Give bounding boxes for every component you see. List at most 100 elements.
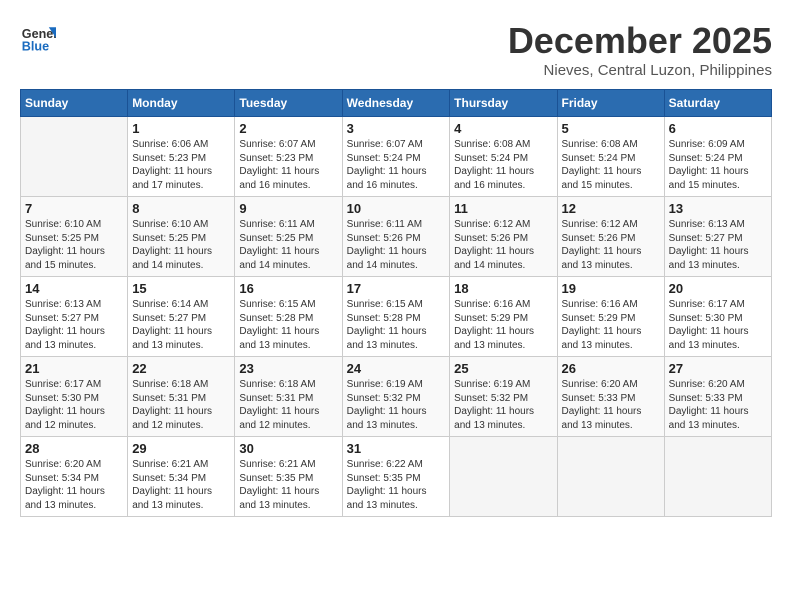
calendar-cell <box>21 117 128 197</box>
calendar-cell: 30 Sunrise: 6:21 AMSunset: 5:35 PMDayligh… <box>235 437 342 517</box>
calendar-cell: 13 Sunrise: 6:13 AMSunset: 5:27 PMDayligh… <box>664 197 771 277</box>
calendar-week-row: 1Sunrise: 6:06 AMSunset: 5:23 PMDaylight… <box>21 117 772 197</box>
weekday-header-wednesday: Wednesday <box>342 90 450 117</box>
calendar-cell <box>664 437 771 517</box>
day-info: Sunrise: 6:08 AMSunset: 5:24 PMDaylight:… <box>454 138 552 192</box>
calendar-cell: 25 Sunrise: 6:19 AMSunset: 5:32 PMDayligh… <box>450 357 557 437</box>
day-number: 21 <box>25 361 123 376</box>
day-info: Sunrise: 6:07 AMSunset: 5:23 PMDaylight:… <box>239 138 337 192</box>
calendar-cell: 19 Sunrise: 6:16 AMSunset: 5:29 PMDayligh… <box>557 277 664 357</box>
day-info: Sunrise: 6:12 AMSunset: 5:26 PMDaylight:… <box>454 218 552 272</box>
day-number: 17 <box>347 281 446 296</box>
day-number: 26 <box>562 361 660 376</box>
day-number: 30 <box>239 441 337 456</box>
calendar-cell: 26 Sunrise: 6:20 AMSunset: 5:33 PMDayligh… <box>557 357 664 437</box>
day-number: 29 <box>132 441 230 456</box>
day-number: 6 <box>669 121 767 136</box>
day-number: 20 <box>669 281 767 296</box>
weekday-header-sunday: Sunday <box>21 90 128 117</box>
day-info: Sunrise: 6:22 AMSunset: 5:35 PMDaylight:… <box>347 458 446 512</box>
day-info: Sunrise: 6:20 AMSunset: 5:33 PMDaylight:… <box>669 378 767 432</box>
logo: General Blue <box>20 20 56 56</box>
day-number: 19 <box>562 281 660 296</box>
day-number: 31 <box>347 441 446 456</box>
calendar-cell: 8Sunrise: 6:10 AMSunset: 5:25 PMDaylight… <box>128 197 235 277</box>
day-number: 1 <box>132 121 230 136</box>
day-number: 25 <box>454 361 552 376</box>
day-number: 14 <box>25 281 123 296</box>
day-info: Sunrise: 6:17 AMSunset: 5:30 PMDaylight:… <box>669 298 767 352</box>
calendar-cell: 16Sunrise: 6:15 AMSunset: 5:28 PMDayligh… <box>235 277 342 357</box>
day-info: Sunrise: 6:13 AMSunset: 5:27 PMDaylight:… <box>25 298 123 352</box>
day-number: 10 <box>347 201 446 216</box>
day-info: Sunrise: 6:18 AMSunset: 5:31 PMDaylight:… <box>239 378 337 432</box>
weekday-header-monday: Monday <box>128 90 235 117</box>
day-number: 24 <box>347 361 446 376</box>
calendar-cell: 18 Sunrise: 6:16 AMSunset: 5:29 PMDayligh… <box>450 277 557 357</box>
day-info: Sunrise: 6:11 AMSunset: 5:25 PMDaylight:… <box>239 218 337 272</box>
weekday-header-row: SundayMondayTuesdayWednesdayThursdayFrid… <box>21 90 772 117</box>
location-subtitle: Nieves, Central Luzon, Philippines <box>508 62 772 79</box>
day-info: Sunrise: 6:10 AMSunset: 5:25 PMDaylight:… <box>25 218 123 272</box>
calendar-cell <box>557 437 664 517</box>
day-info: Sunrise: 6:15 AMSunset: 5:28 PMDaylight:… <box>347 298 446 352</box>
month-title: December 2025 <box>508 20 772 62</box>
calendar-cell: 6 Sunrise: 6:09 AMSunset: 5:24 PMDaylight… <box>664 117 771 197</box>
day-info: Sunrise: 6:13 AMSunset: 5:27 PMDaylight:… <box>669 218 767 272</box>
day-info: Sunrise: 6:16 AMSunset: 5:29 PMDaylight:… <box>562 298 660 352</box>
page-header: General Blue December 2025 Nieves, Centr… <box>20 20 772 79</box>
calendar-week-row: 28Sunrise: 6:20 AMSunset: 5:34 PMDayligh… <box>21 437 772 517</box>
calendar-cell: 2 Sunrise: 6:07 AMSunset: 5:23 PMDaylight… <box>235 117 342 197</box>
calendar-cell: 12 Sunrise: 6:12 AMSunset: 5:26 PMDayligh… <box>557 197 664 277</box>
calendar-cell: 3 Sunrise: 6:07 AMSunset: 5:24 PMDaylight… <box>342 117 450 197</box>
calendar-cell: 10 Sunrise: 6:11 AMSunset: 5:26 PMDayligh… <box>342 197 450 277</box>
calendar-cell: 5 Sunrise: 6:08 AMSunset: 5:24 PMDaylight… <box>557 117 664 197</box>
calendar-cell: 14 Sunrise: 6:13 AMSunset: 5:27 PMDayligh… <box>21 277 128 357</box>
calendar-cell: 23Sunrise: 6:18 AMSunset: 5:31 PMDayligh… <box>235 357 342 437</box>
day-number: 3 <box>347 121 446 136</box>
calendar-cell <box>450 437 557 517</box>
calendar-cell: 28Sunrise: 6:20 AMSunset: 5:34 PMDayligh… <box>21 437 128 517</box>
calendar-cell: 21Sunrise: 6:17 AMSunset: 5:30 PMDayligh… <box>21 357 128 437</box>
calendar-cell: 1Sunrise: 6:06 AMSunset: 5:23 PMDaylight… <box>128 117 235 197</box>
day-number: 9 <box>239 201 337 216</box>
day-number: 11 <box>454 201 552 216</box>
calendar-week-row: 14 Sunrise: 6:13 AMSunset: 5:27 PMDayligh… <box>21 277 772 357</box>
day-info: Sunrise: 6:21 AMSunset: 5:34 PMDaylight:… <box>132 458 230 512</box>
day-number: 2 <box>239 121 337 136</box>
day-number: 12 <box>562 201 660 216</box>
day-info: Sunrise: 6:18 AMSunset: 5:31 PMDaylight:… <box>132 378 230 432</box>
day-info: Sunrise: 6:19 AMSunset: 5:32 PMDaylight:… <box>454 378 552 432</box>
day-info: Sunrise: 6:19 AMSunset: 5:32 PMDaylight:… <box>347 378 446 432</box>
weekday-header-thursday: Thursday <box>450 90 557 117</box>
calendar-cell: 20 Sunrise: 6:17 AMSunset: 5:30 PMDayligh… <box>664 277 771 357</box>
day-number: 22 <box>132 361 230 376</box>
day-info: Sunrise: 6:20 AMSunset: 5:33 PMDaylight:… <box>562 378 660 432</box>
title-block: December 2025 Nieves, Central Luzon, Phi… <box>508 20 772 79</box>
weekday-header-tuesday: Tuesday <box>235 90 342 117</box>
day-number: 5 <box>562 121 660 136</box>
calendar-cell: 11 Sunrise: 6:12 AMSunset: 5:26 PMDayligh… <box>450 197 557 277</box>
weekday-header-saturday: Saturday <box>664 90 771 117</box>
day-number: 7 <box>25 201 123 216</box>
calendar-cell: 7 Sunrise: 6:10 AMSunset: 5:25 PMDaylight… <box>21 197 128 277</box>
day-info: Sunrise: 6:11 AMSunset: 5:26 PMDaylight:… <box>347 218 446 272</box>
logo-icon: General Blue <box>20 20 56 56</box>
weekday-header-friday: Friday <box>557 90 664 117</box>
day-info: Sunrise: 6:16 AMSunset: 5:29 PMDaylight:… <box>454 298 552 352</box>
day-number: 27 <box>669 361 767 376</box>
day-info: Sunrise: 6:21 AMSunset: 5:35 PMDaylight:… <box>239 458 337 512</box>
svg-text:Blue: Blue <box>22 40 49 54</box>
day-info: Sunrise: 6:08 AMSunset: 5:24 PMDaylight:… <box>562 138 660 192</box>
day-info: Sunrise: 6:07 AMSunset: 5:24 PMDaylight:… <box>347 138 446 192</box>
day-info: Sunrise: 6:12 AMSunset: 5:26 PMDaylight:… <box>562 218 660 272</box>
day-number: 18 <box>454 281 552 296</box>
day-number: 4 <box>454 121 552 136</box>
calendar-cell: 15Sunrise: 6:14 AMSunset: 5:27 PMDayligh… <box>128 277 235 357</box>
day-info: Sunrise: 6:09 AMSunset: 5:24 PMDaylight:… <box>669 138 767 192</box>
calendar-cell: 4 Sunrise: 6:08 AMSunset: 5:24 PMDaylight… <box>450 117 557 197</box>
day-number: 13 <box>669 201 767 216</box>
calendar-table: SundayMondayTuesdayWednesdayThursdayFrid… <box>20 89 772 517</box>
day-info: Sunrise: 6:20 AMSunset: 5:34 PMDaylight:… <box>25 458 123 512</box>
calendar-cell: 22 Sunrise: 6:18 AMSunset: 5:31 PMDayligh… <box>128 357 235 437</box>
